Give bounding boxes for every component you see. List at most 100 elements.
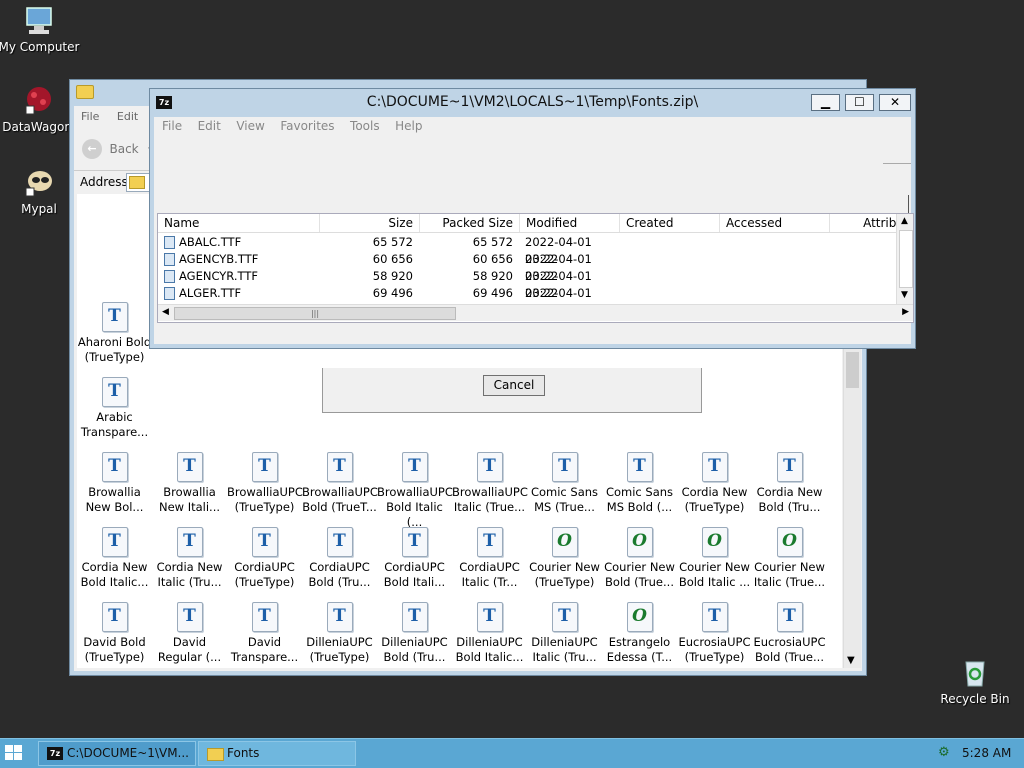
font-file-item[interactable]: T CordiaUPC (TrueType) bbox=[227, 527, 302, 590]
tray-network-icon[interactable]: ⚙ bbox=[938, 745, 954, 761]
desktop-icon-recycle-bin[interactable]: Recycle Bin bbox=[930, 656, 1020, 706]
file-list[interactable]: Name Size Packed Size Modified Created A… bbox=[157, 213, 914, 323]
column-modified[interactable]: Modified bbox=[520, 214, 620, 232]
column-accessed[interactable]: Accessed bbox=[720, 214, 830, 232]
font-file-item[interactable]: O Courier New Bold (True... bbox=[602, 527, 677, 590]
font-file-item[interactable]: T BrowalliaUPC Bold Italic (... bbox=[377, 452, 453, 530]
desktop-icon-label: My Computer bbox=[0, 40, 80, 54]
mypal-icon bbox=[22, 166, 56, 200]
table-row[interactable]: ABALC.TTF 65 572 65 572 2022-04-01 03:22 bbox=[158, 234, 898, 266]
font-file-label: Bold (Tru... bbox=[383, 650, 446, 664]
font-file-item[interactable]: T DilleniaUPC Bold Italic... bbox=[452, 602, 527, 665]
font-file-item[interactable]: T Browallia New Itali... bbox=[152, 452, 227, 515]
menu-favorites[interactable]: Favorites bbox=[274, 117, 340, 135]
menu-view[interactable]: View bbox=[230, 117, 270, 135]
font-file-item[interactable]: T Aharoni Bold (TrueType) bbox=[77, 302, 152, 365]
font-file-item[interactable]: T Arabic Transpare... bbox=[77, 377, 152, 440]
scroll-down-arrow-icon[interactable]: ▼ bbox=[847, 655, 855, 666]
font-file-label: Italic (True... bbox=[453, 500, 526, 514]
menu-tools[interactable]: Tools bbox=[344, 117, 386, 135]
file-packed-cell: 69 496 bbox=[472, 286, 513, 300]
scroll-down-arrow-icon[interactable]: ▼ bbox=[901, 290, 908, 300]
font-file-label: EucrosiaUPC bbox=[678, 635, 751, 649]
font-file-label: David bbox=[172, 635, 207, 649]
font-file-item[interactable]: T DilleniaUPC Italic (Tru... bbox=[527, 602, 602, 665]
font-file-item[interactable]: O Courier New Bold Italic ... bbox=[677, 527, 752, 590]
font-file-item[interactable]: T David Regular (... bbox=[152, 602, 227, 665]
hscroll-thumb[interactable]: ||| bbox=[174, 307, 456, 320]
zip-titlebar[interactable]: 7z C:\DOCUME~1\VM2\LOCALS~1\Temp\Fonts.z… bbox=[150, 89, 915, 117]
font-file-item[interactable]: T BrowalliaUPC (TrueType) bbox=[227, 452, 303, 515]
font-file-label: Courier New bbox=[529, 560, 600, 574]
minimize-button[interactable]: ▁ bbox=[811, 94, 840, 111]
font-file-label: EucrosiaUPC bbox=[753, 635, 826, 649]
taskbar-item-fonts[interactable]: Fonts bbox=[198, 741, 356, 766]
recycle-bin-icon bbox=[958, 656, 992, 690]
maximize-button[interactable]: ☐ bbox=[845, 94, 874, 111]
font-file-item[interactable]: T CordiaUPC Bold Itali... bbox=[377, 527, 452, 590]
font-file-item[interactable]: T Comic Sans MS (True... bbox=[527, 452, 602, 515]
zip-window[interactable]: 7z C:\DOCUME~1\VM2\LOCALS~1\Temp\Fonts.z… bbox=[149, 88, 916, 349]
font-file-item[interactable]: T Cordia New (TrueType) bbox=[677, 452, 752, 515]
file-icon bbox=[164, 236, 175, 249]
font-file-item[interactable]: T BrowalliaUPC Bold (TrueT... bbox=[302, 452, 378, 515]
menu-edit[interactable]: Edit bbox=[110, 106, 145, 127]
datawagon-icon bbox=[22, 84, 56, 118]
column-name[interactable]: Name bbox=[158, 214, 320, 232]
start-button[interactable] bbox=[4, 744, 26, 764]
font-file-item[interactable]: T EucrosiaUPC (TrueType) bbox=[677, 602, 752, 665]
font-file-label: David bbox=[247, 635, 282, 649]
font-file-item[interactable]: T DilleniaUPC Bold (Tru... bbox=[377, 602, 452, 665]
list-vscroll[interactable]: ▲ ▼ bbox=[896, 214, 913, 304]
close-button[interactable]: ✕ bbox=[879, 94, 911, 111]
file-name-cell: AGENCYB.TTF bbox=[164, 251, 314, 268]
scroll-thumb[interactable] bbox=[846, 352, 859, 388]
font-file-item[interactable]: O Estrangelo Edessa (T... bbox=[602, 602, 677, 665]
back-button[interactable]: ← Back ▾ bbox=[82, 139, 154, 163]
font-file-item[interactable]: O Courier New (TrueType) bbox=[527, 527, 602, 590]
scroll-left-arrow-icon[interactable]: ◀ bbox=[162, 307, 169, 317]
font-file-item[interactable]: T David Transpare... bbox=[227, 602, 302, 665]
font-file-item[interactable]: T Browallia New Bol... bbox=[77, 452, 152, 515]
font-file-item[interactable]: T BrowalliaUPC Italic (True... bbox=[452, 452, 528, 515]
font-file-label: Courier New bbox=[604, 560, 675, 574]
font-file-item[interactable]: T EucrosiaUPC Bold (True... bbox=[752, 602, 827, 665]
column-size[interactable]: Size bbox=[320, 214, 420, 232]
menu-file[interactable]: File bbox=[74, 106, 106, 127]
table-row[interactable]: ALGER.TTF69 49669 4962022-04-01 03:22 bbox=[158, 285, 898, 317]
font-file-label: CordiaUPC bbox=[234, 560, 295, 574]
font-file-item[interactable]: T Cordia New Italic (Tru... bbox=[152, 527, 227, 590]
table-row[interactable]: AGENCYB.TTF 60 656 60 656 2022-04-01 03:22 bbox=[158, 251, 898, 283]
font-file-label: (TrueType) bbox=[309, 650, 370, 664]
truetype-font-icon: T bbox=[401, 527, 428, 557]
column-created[interactable]: Created bbox=[620, 214, 720, 232]
menu-edit[interactable]: Edit bbox=[192, 117, 227, 135]
font-file-item[interactable]: T Cordia New Bold Italic... bbox=[77, 527, 152, 590]
font-file-item[interactable]: T DilleniaUPC (TrueType) bbox=[302, 602, 377, 665]
column-packed-size[interactable]: Packed Size bbox=[420, 214, 520, 232]
menu-file[interactable]: File bbox=[156, 117, 188, 135]
scroll-thumb[interactable] bbox=[899, 230, 913, 288]
font-file-label: Italic (Tr... bbox=[461, 575, 518, 589]
list-hscroll[interactable]: ◀ ||| ▶ bbox=[158, 304, 913, 321]
font-file-label: DilleniaUPC bbox=[306, 635, 373, 649]
font-file-label: MS (True... bbox=[534, 500, 595, 514]
font-file-item[interactable]: T David Bold (TrueType) bbox=[77, 602, 152, 665]
scroll-up-arrow-icon[interactable]: ▲ bbox=[901, 216, 908, 226]
font-file-item[interactable]: T CordiaUPC Bold (Tru... bbox=[302, 527, 377, 590]
font-file-item[interactable]: T Comic Sans MS Bold (... bbox=[602, 452, 677, 515]
font-file-label: Italic (Tru... bbox=[157, 575, 222, 589]
menu-help[interactable]: Help bbox=[389, 117, 428, 135]
scroll-right-arrow-icon[interactable]: ▶ bbox=[902, 307, 909, 317]
font-file-item[interactable]: T CordiaUPC Italic (Tr... bbox=[452, 527, 527, 590]
opentype-font-icon: O bbox=[551, 527, 578, 557]
font-file-item[interactable]: O Courier New Italic (True... bbox=[752, 527, 827, 590]
clock[interactable]: 5:28 AM bbox=[962, 746, 1011, 760]
taskbar-item-7zip[interactable]: 7z C:\DOCUME~1\VM... bbox=[38, 741, 196, 766]
truetype-font-icon: T bbox=[101, 452, 128, 482]
font-file-item[interactable]: T Cordia New Bold (Tru... bbox=[752, 452, 827, 515]
desktop-icon-my-computer[interactable]: My Computer bbox=[0, 4, 84, 54]
folder-icon bbox=[207, 748, 224, 761]
cancel-button[interactable]: Cancel bbox=[483, 375, 545, 396]
table-row[interactable]: AGENCYR.TTF 58 920 58 920 2022-04-01 03:22 bbox=[158, 268, 898, 300]
